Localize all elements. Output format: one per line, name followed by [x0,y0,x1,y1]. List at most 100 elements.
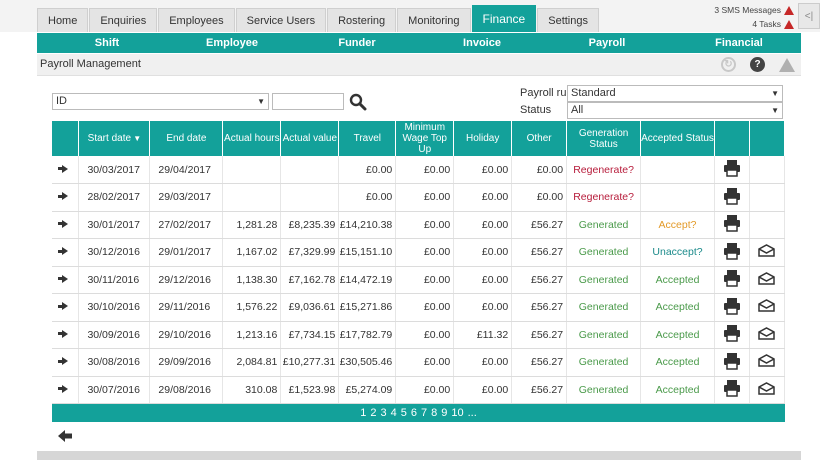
search-input[interactable] [272,93,344,110]
holiday-cell: £0.00 [453,211,513,239]
tab-settings[interactable]: Settings [537,8,599,32]
print-icon[interactable] [723,352,741,370]
generation-status[interactable]: Generated [566,211,642,239]
email-icon[interactable] [758,381,776,395]
email-icon[interactable] [758,326,776,340]
generation-status[interactable]: Generated [566,376,642,404]
page-link-8[interactable]: 8 [431,407,437,419]
side-panel-toggle[interactable]: <| [798,3,820,29]
help-icon[interactable]: ? [750,57,765,72]
row-expand-cell[interactable] [52,348,80,377]
accepted-status[interactable] [640,183,715,212]
pagination: 1 2 3 4 5 6 7 8 9 10... [52,404,785,422]
accepted-status[interactable]: Unaccept? [640,238,715,267]
row-expand-cell[interactable] [52,266,80,294]
print-cell [714,156,750,184]
page-link-6[interactable]: 6 [411,407,417,419]
email-cell [749,183,786,212]
print-cell [714,211,750,239]
print-icon[interactable] [723,242,741,260]
page-link-5[interactable]: 5 [401,407,407,419]
print-icon[interactable] [723,297,741,315]
row-expand-cell[interactable] [52,211,80,239]
accepted-status[interactable]: Accepted [640,348,715,377]
page-link-10[interactable]: 10 [451,407,463,419]
generation-status[interactable]: Generated [566,293,642,322]
warning-icon [784,6,794,16]
accepted-status[interactable]: Accept? [640,211,715,239]
accepted-status[interactable]: Accepted [640,376,715,404]
row-expand-cell[interactable] [52,376,80,404]
refresh-icon[interactable]: ↻ [721,57,736,72]
page-link-1[interactable]: 1 [360,407,366,419]
email-icon[interactable] [758,244,776,257]
print-icon[interactable] [723,159,741,177]
column-header-end-date[interactable]: End date [149,121,224,156]
accepted-status[interactable] [640,156,715,184]
subnav-invoice[interactable]: Invoice [427,33,537,53]
actual-hours-cell: 310.08 [222,376,282,404]
page-link-9[interactable]: 9 [441,407,447,419]
generation-status[interactable]: Generated [566,348,642,377]
search-field-select[interactable]: ID ▼ [52,93,269,110]
subnav-funder[interactable]: Funder [287,33,427,53]
min-wage-cell: £0.00 [395,183,455,212]
print-icon[interactable] [723,379,741,397]
page-link-4[interactable]: 4 [391,407,397,419]
sms-notification[interactable]: 3 SMS Messages [714,3,794,17]
chevron-down-icon: ▼ [771,106,779,115]
end-date-cell: 27/02/2017 [149,211,224,239]
page-link-3[interactable]: 3 [380,407,386,419]
row-expand-cell[interactable] [52,293,80,322]
tab-rostering[interactable]: Rostering [327,8,397,32]
print-icon[interactable] [723,214,741,232]
subnav-payroll[interactable]: Payroll [537,33,677,53]
subnav-financial[interactable]: Financial [677,33,801,53]
row-expand-cell[interactable] [52,238,80,267]
print-icon[interactable] [723,324,741,342]
tab-service-users[interactable]: Service Users [235,8,327,32]
table-row: 30/07/2016 29/08/2016 310.08 £1,523.98 £5,27… [52,376,786,404]
tab-employees[interactable]: Employees [158,8,235,32]
tab-monitoring[interactable]: Monitoring [397,8,471,32]
notifications: 3 SMS Messages 4 Tasks [714,3,794,31]
row-expand-cell[interactable] [52,183,80,212]
other-cell: £56.27 [511,238,568,267]
accepted-status[interactable]: Accepted [640,321,715,349]
email-icon[interactable] [758,271,776,285]
row-expand-cell[interactable] [52,156,80,184]
accepted-status[interactable]: Accepted [640,266,715,294]
generation-status[interactable]: Regenerate? [566,156,642,184]
print-icon[interactable] [723,269,741,287]
other-cell: £56.27 [511,266,568,294]
email-cell [749,238,786,267]
generation-status[interactable]: Regenerate? [566,183,642,212]
tab-enquiries[interactable]: Enquiries [89,8,158,32]
warning-icon[interactable] [779,57,795,72]
generation-status[interactable]: Generated [566,238,642,267]
accepted-status[interactable]: Accepted [640,293,715,322]
actual-value-cell [280,183,340,212]
other-cell: £56.27 [511,293,568,322]
email-icon[interactable] [758,354,776,367]
tab-finance[interactable]: Finance [471,5,537,32]
subnav-employee[interactable]: Employee [177,33,287,53]
min-wage-cell: £0.00 [395,293,455,322]
back-arrow-icon[interactable] [58,430,72,442]
generation-status[interactable]: Generated [566,266,642,294]
row-expand-cell[interactable] [52,321,80,349]
column-header-start-date[interactable]: Start date ▼ [78,121,151,156]
print-icon[interactable] [723,187,741,205]
page-link-more[interactable]: ... [468,407,477,419]
tab-home[interactable]: Home [37,8,89,32]
page-link-2[interactable]: 2 [370,407,376,419]
subnav-shift[interactable]: Shift [37,33,177,53]
email-icon[interactable] [758,299,776,312]
status-select[interactable]: All ▼ [567,102,783,119]
payroll-run-select[interactable]: Standard ▼ [567,85,783,102]
email-cell [749,293,786,322]
search-icon[interactable] [349,93,367,111]
generation-status[interactable]: Generated [566,321,642,349]
tasks-notification[interactable]: 4 Tasks [714,17,794,31]
page-link-7[interactable]: 7 [421,407,427,419]
